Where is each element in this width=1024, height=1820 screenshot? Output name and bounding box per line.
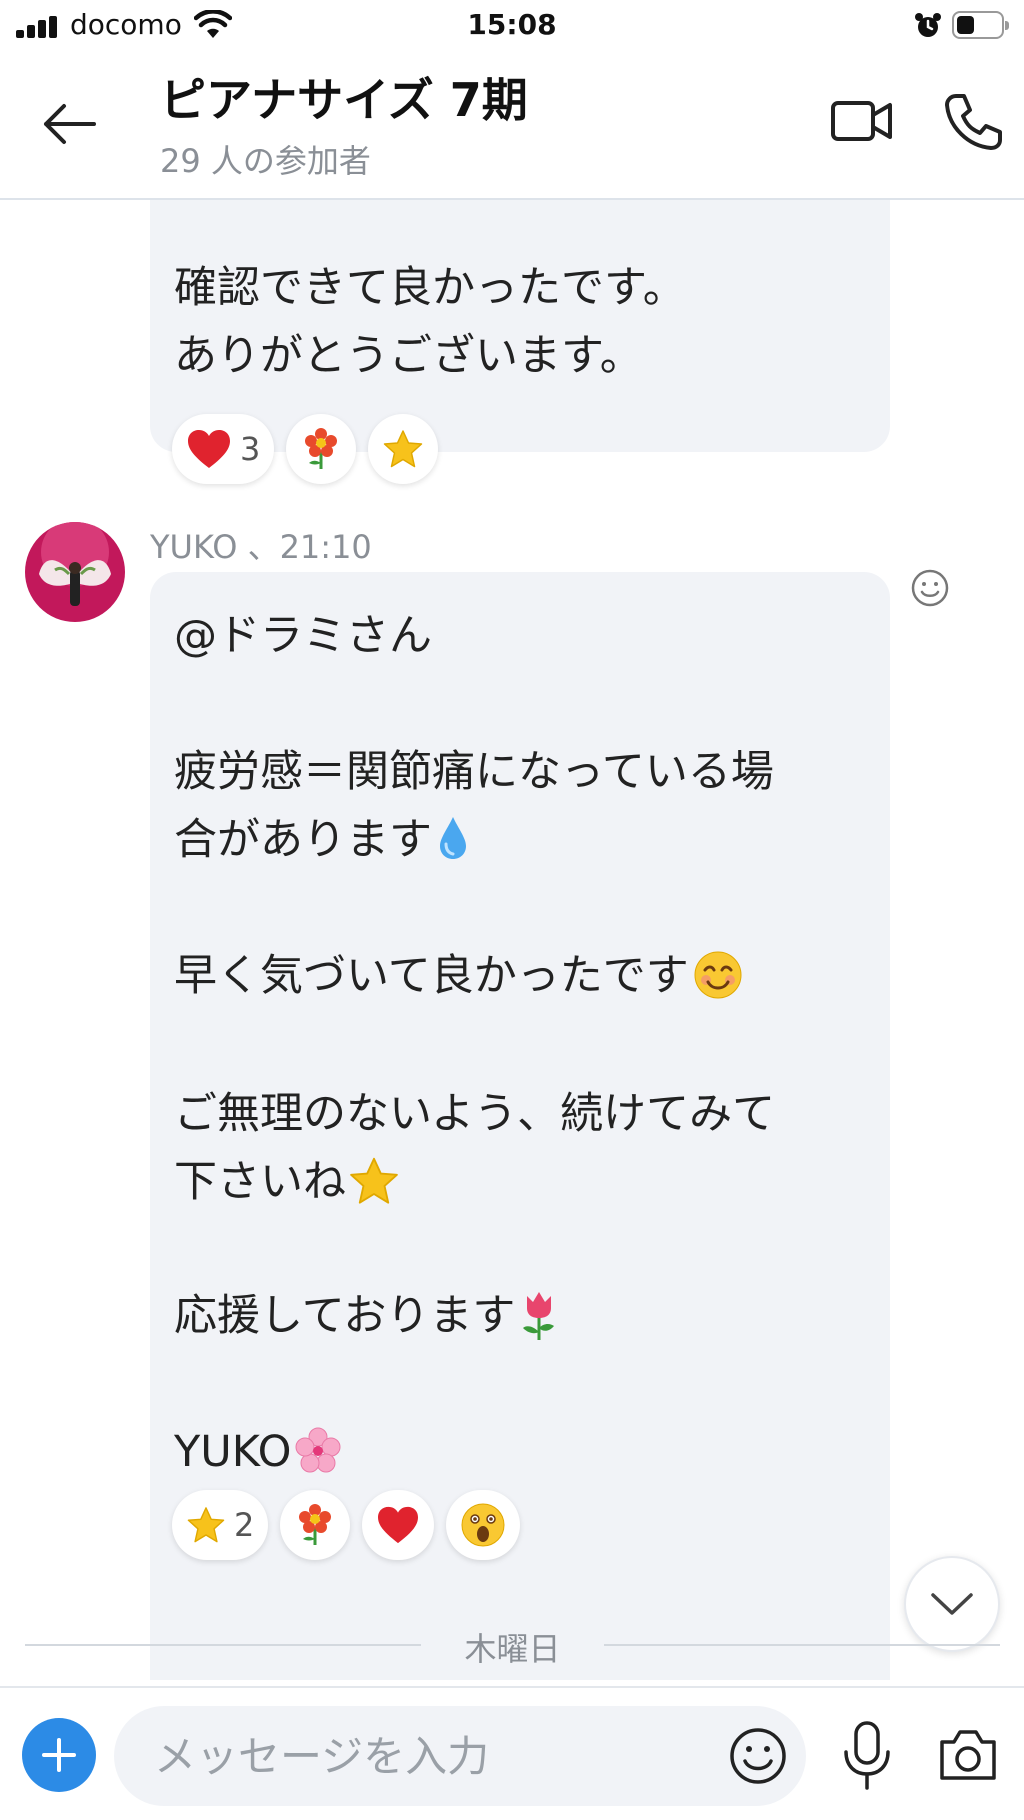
reaction-count: 3 — [240, 430, 261, 468]
flower-icon — [305, 428, 338, 469]
chat-title[interactable]: ピアナサイズ 7期 — [160, 64, 528, 130]
status-time: 15:08 — [467, 8, 557, 41]
chevron-down-icon — [931, 1593, 973, 1615]
sender-name-time: YUKO 、21:10 — [150, 528, 372, 566]
message-line: 合があります — [174, 806, 470, 874]
cherry-blossom-icon — [295, 1427, 341, 1473]
reaction-heart[interactable] — [362, 1490, 435, 1560]
star-icon — [187, 1507, 225, 1543]
camera-icon[interactable] — [936, 1726, 1000, 1784]
status-bar: docomo 15:08 — [0, 0, 1024, 52]
heart-icon — [378, 1506, 419, 1544]
add-reaction-icon[interactable] — [910, 568, 950, 608]
add-attachment-button[interactable] — [22, 1718, 96, 1792]
day-divider: 木曜日 — [25, 1624, 1000, 1668]
star-icon — [384, 430, 423, 468]
message-line: 早く気づいて良かったです — [174, 942, 743, 1010]
surprised-face-icon — [461, 1503, 505, 1547]
droplet-icon — [440, 817, 466, 859]
star-icon — [350, 1157, 398, 1204]
sender-avatar[interactable] — [25, 522, 125, 622]
reaction-heart[interactable]: 3 — [172, 414, 275, 484]
smiling-face-icon — [694, 951, 742, 999]
message-line: 応援しております — [174, 1282, 559, 1350]
reactions-bar: 2 — [172, 1490, 521, 1560]
reaction-count: 2 — [234, 1506, 255, 1544]
reaction-surprised-face[interactable] — [446, 1490, 521, 1560]
message-line: ご無理のないよう、続けてみて — [174, 1089, 776, 1139]
emoji-icon[interactable] — [728, 1726, 788, 1786]
battery-icon — [952, 11, 1009, 39]
message-line: 下さいね — [174, 1148, 400, 1216]
tulip-icon — [523, 1292, 555, 1340]
message-line: 疲労感＝関節痛になっている場 — [174, 747, 774, 797]
reaction-flower[interactable] — [280, 1490, 351, 1560]
flower-icon — [299, 1504, 332, 1545]
back-arrow-icon[interactable] — [34, 94, 106, 154]
reaction-flower[interactable] — [286, 414, 357, 484]
message-input[interactable] — [114, 1706, 806, 1806]
participant-count[interactable]: 29 人の参加者 — [160, 136, 371, 182]
chat-header: ピアナサイズ 7期 29 人の参加者 — [0, 52, 1024, 200]
message-list[interactable]: 確認できて良かったです。 ありがとうございます。 3 YUKO 、21:10 @… — [0, 200, 1024, 1680]
reactions-bar: 3 — [172, 414, 439, 484]
battery-level — [957, 16, 974, 34]
message-line: YUKO — [174, 1418, 343, 1486]
message-line: @ドラミさん — [174, 611, 432, 661]
day-divider-label: 木曜日 — [464, 1630, 561, 1668]
reaction-star[interactable]: 2 — [172, 1490, 269, 1560]
microphone-icon[interactable] — [840, 1720, 894, 1792]
reaction-star[interactable] — [368, 414, 439, 484]
message-composer — [0, 1686, 1024, 1820]
alarm-icon — [915, 13, 941, 37]
video-camera-icon[interactable] — [830, 96, 894, 146]
message-text: 確認できて良かったです。 ありがとうございます。 — [174, 263, 686, 381]
heart-icon — [188, 430, 230, 468]
phone-icon[interactable] — [942, 90, 1004, 152]
